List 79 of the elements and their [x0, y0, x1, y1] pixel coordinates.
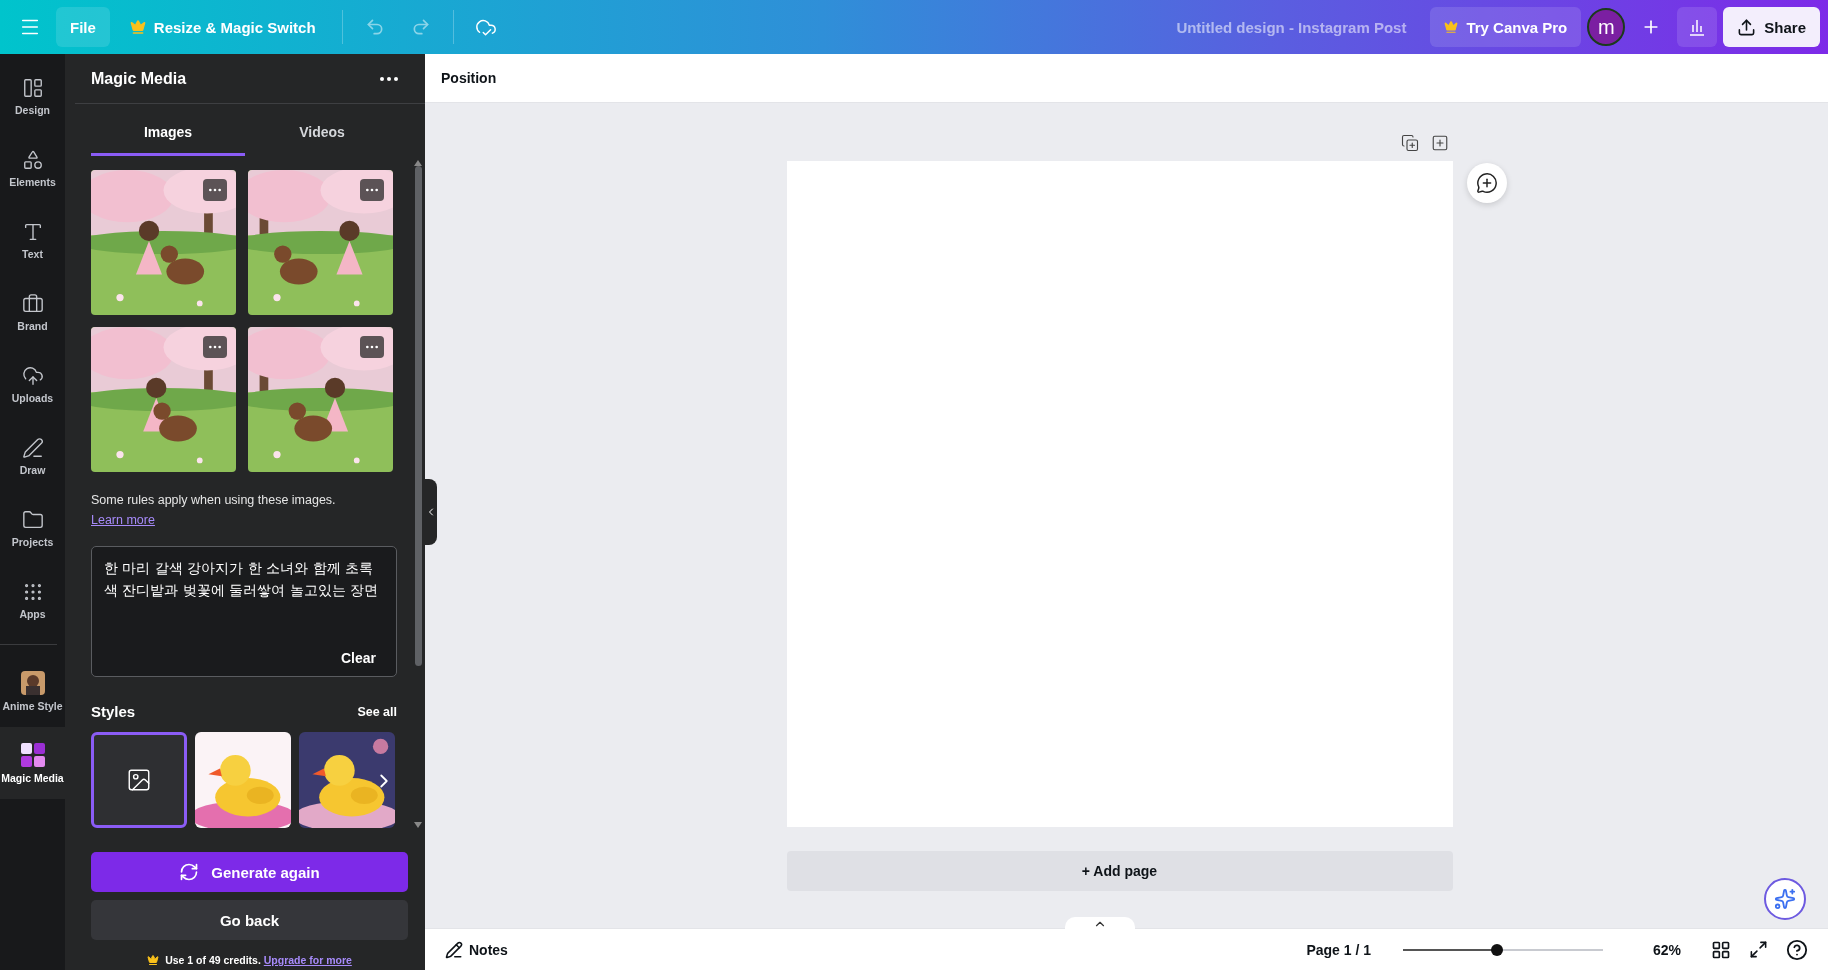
image-icon: [126, 767, 152, 793]
pen-icon: [21, 436, 44, 459]
upgrade-link[interactable]: Upgrade for more: [263, 954, 352, 966]
more-icon: [380, 76, 398, 81]
grid-icon: [1711, 939, 1731, 960]
notes-icon: [445, 940, 463, 959]
clear-button[interactable]: Clear: [332, 650, 384, 666]
add-page-button[interactable]: + Add page: [786, 851, 1453, 891]
try-pro-button[interactable]: Try Canva Pro: [1430, 7, 1582, 47]
share-button[interactable]: Share: [1723, 7, 1820, 47]
crown-icon: [147, 954, 160, 966]
sidebar-item[interactable]: Projects: [0, 492, 65, 564]
sidebar-item[interactable]: Text: [0, 204, 65, 276]
go-back-button[interactable]: Go back: [91, 900, 408, 940]
comment-button[interactable]: [1466, 163, 1507, 203]
duplicate-page-button[interactable]: [1400, 134, 1419, 152]
sidebar-label: Apps: [19, 607, 46, 620]
slider-thumb[interactable]: [1491, 943, 1503, 956]
sidebar-label: Anime Style: [2, 699, 63, 712]
position-button[interactable]: Position: [441, 70, 497, 86]
add-page-button[interactable]: [1430, 134, 1449, 152]
comment-plus-icon: [1475, 172, 1498, 194]
crown-icon: [1444, 20, 1459, 34]
prompt-field[interactable]: 한 마리 갈색 강아지가 한 소녀와 함께 초록색 잔디밭과 벚꽃에 둘러쌓여 놀고있는 장면 Clear: [91, 546, 397, 677]
collapse-handle[interactable]: [425, 479, 437, 545]
notes-button[interactable]: Notes: [441, 940, 512, 959]
layout-icon: [21, 76, 44, 99]
tab[interactable]: Videos: [245, 110, 399, 156]
sidebar-item[interactable]: Uploads: [0, 348, 65, 420]
sidebar-label: Brand: [17, 319, 48, 332]
folder-icon: [21, 508, 44, 531]
more-button[interactable]: [203, 336, 227, 358]
cloud-upload-icon: [21, 364, 44, 387]
assistant-button[interactable]: [1764, 878, 1806, 920]
zoom-reading[interactable]: 62%: [1637, 941, 1697, 958]
user-avatar[interactable]: m: [1587, 8, 1626, 46]
expand-icon: [1749, 940, 1768, 959]
credits-text: Use 1 of 49 credits. Upgrade for more: [165, 954, 352, 966]
sidebar-item[interactable]: Elements: [0, 132, 65, 204]
sidebar-item[interactable]: Anime Style: [0, 655, 65, 727]
scrollbar-thumb[interactable]: [414, 166, 422, 666]
tab[interactable]: Images: [91, 110, 245, 156]
square-plus-icon: [1430, 134, 1449, 152]
see-all-button[interactable]: See all: [357, 704, 397, 719]
crown-icon: [129, 19, 146, 35]
help-icon: [1786, 938, 1808, 961]
insights-button[interactable]: [1677, 7, 1718, 47]
sidebar-item[interactable]: Design: [0, 60, 65, 132]
more-button[interactable]: [203, 179, 227, 201]
style-option[interactable]: [91, 732, 187, 828]
undo-icon: [364, 17, 385, 37]
more-button[interactable]: [360, 179, 384, 201]
copy-plus-icon: [1400, 134, 1419, 152]
sidebar-label: Draw: [19, 463, 46, 476]
sidebar-label: Design: [15, 103, 50, 116]
sidebar-item[interactable]: Brand: [0, 276, 65, 348]
panel-title: Magic Media: [91, 69, 187, 88]
refresh-icon: [179, 862, 200, 882]
upload-icon: [1737, 17, 1757, 37]
magic-media-icon: [20, 742, 45, 767]
generate-button[interactable]: Generate again: [91, 852, 408, 892]
sidebar-label: Text: [22, 247, 43, 260]
section-title: Styles: [91, 703, 136, 720]
sidebar-label: Uploads: [11, 391, 54, 404]
sidebar-label: Magic Media: [1, 771, 64, 784]
briefcase-icon: [21, 292, 44, 315]
page-count-button[interactable]: Page 1 / 1: [1302, 941, 1375, 958]
sidebar-item[interactable]: Magic Media: [0, 727, 65, 799]
shapes-icon: [21, 148, 44, 171]
zoom-slider[interactable]: [1400, 942, 1606, 957]
sidebar-item[interactable]: Apps: [0, 564, 65, 636]
sidebar-label: Elements: [9, 175, 56, 188]
learn-more-link[interactable]: Learn more: [91, 513, 155, 527]
sparkles-icon: [1774, 888, 1796, 910]
notice-text: Some rules apply when using these images. Learn more: [91, 492, 337, 529]
sidebar-item[interactable]: Draw: [0, 420, 65, 492]
sidebar-label: Projects: [11, 535, 54, 548]
more-button[interactable]: [360, 336, 384, 358]
scroll-down-icon[interactable]: [414, 822, 422, 828]
